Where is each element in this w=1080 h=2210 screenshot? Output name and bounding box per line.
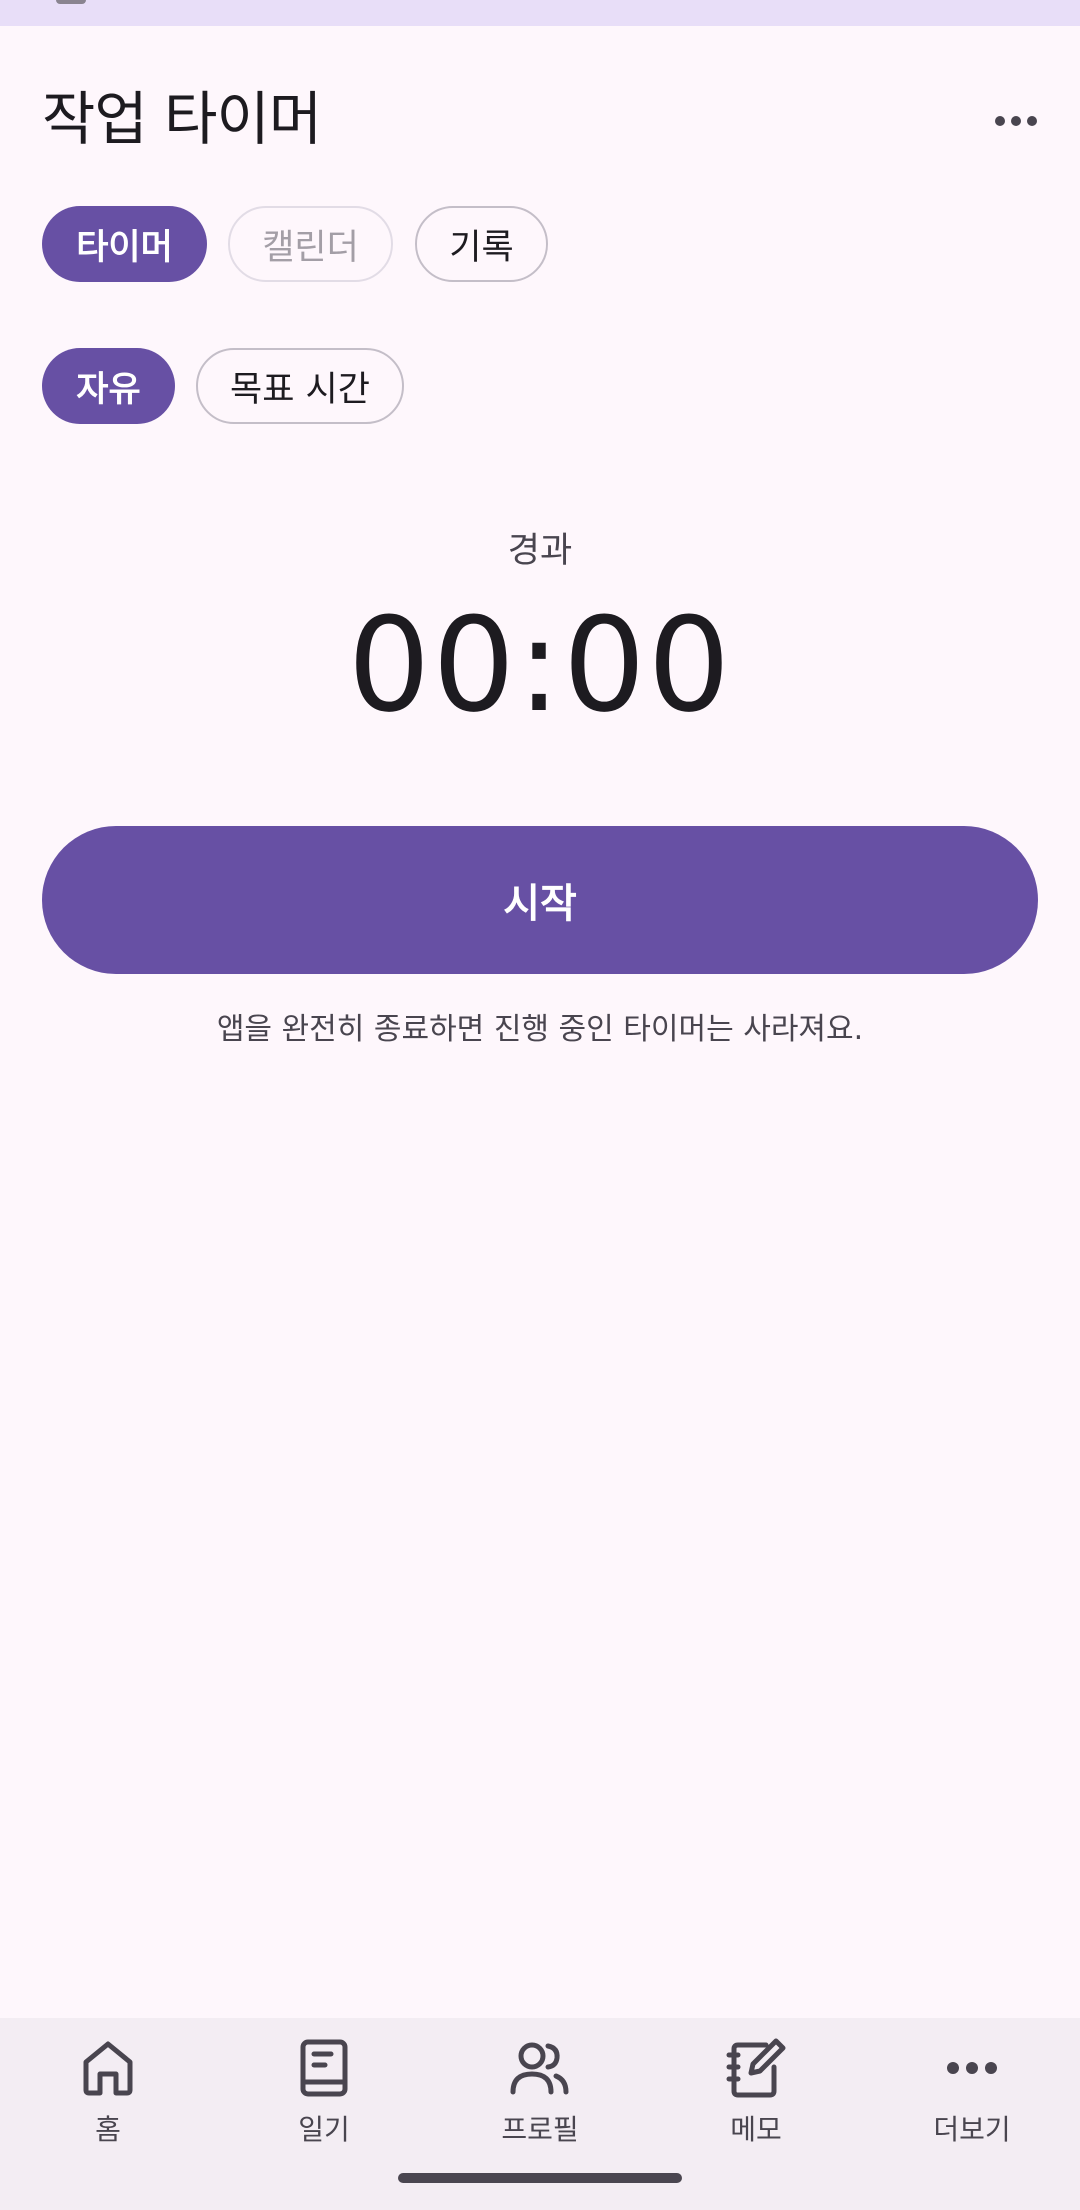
nav-item-memo[interactable]: 메모 — [648, 2036, 864, 2166]
status-bar — [0, 0, 1080, 26]
elapsed-label: 경과 — [507, 531, 573, 571]
status-indicator-icon — [56, 0, 86, 4]
book-icon — [294, 2036, 354, 2100]
tab-records[interactable]: 기록 — [415, 206, 548, 282]
more-horizontal-icon — [995, 116, 1037, 126]
timer-notice-text: 앱을 완전히 종료하면 진행 중인 타이머는 사라져요. — [216, 1012, 864, 1047]
nav-label-profile: 프로필 — [501, 2113, 579, 2146]
notebook-edit-icon — [726, 2036, 786, 2100]
page-title: 작업 타이머 — [42, 85, 322, 153]
start-button[interactable]: 시작 — [42, 826, 1038, 974]
tab-timer[interactable]: 타이머 — [42, 206, 207, 282]
overflow-menu-button[interactable] — [986, 98, 1046, 144]
more-horizontal-icon — [942, 2036, 1002, 2100]
people-icon — [510, 2036, 570, 2100]
nav-label-diary: 일기 — [298, 2113, 350, 2146]
mode-free-chip[interactable]: 자유 — [42, 348, 175, 424]
tab-calendar[interactable]: 캘린더 — [228, 206, 393, 282]
timer-display: 00:00 — [347, 589, 733, 741]
mode-target-time-chip[interactable]: 목표 시간 — [196, 348, 404, 424]
home-indicator[interactable] — [398, 2173, 682, 2183]
nav-item-more[interactable]: 더보기 — [864, 2036, 1080, 2166]
nav-label-more: 더보기 — [933, 2113, 1011, 2146]
nav-label-home: 홈 — [95, 2113, 121, 2146]
nav-label-memo: 메모 — [730, 2113, 782, 2146]
nav-item-profile[interactable]: 프로필 — [432, 2036, 648, 2166]
home-icon — [78, 2036, 138, 2100]
nav-item-diary[interactable]: 일기 — [216, 2036, 432, 2166]
nav-item-home[interactable]: 홈 — [0, 2036, 216, 2166]
